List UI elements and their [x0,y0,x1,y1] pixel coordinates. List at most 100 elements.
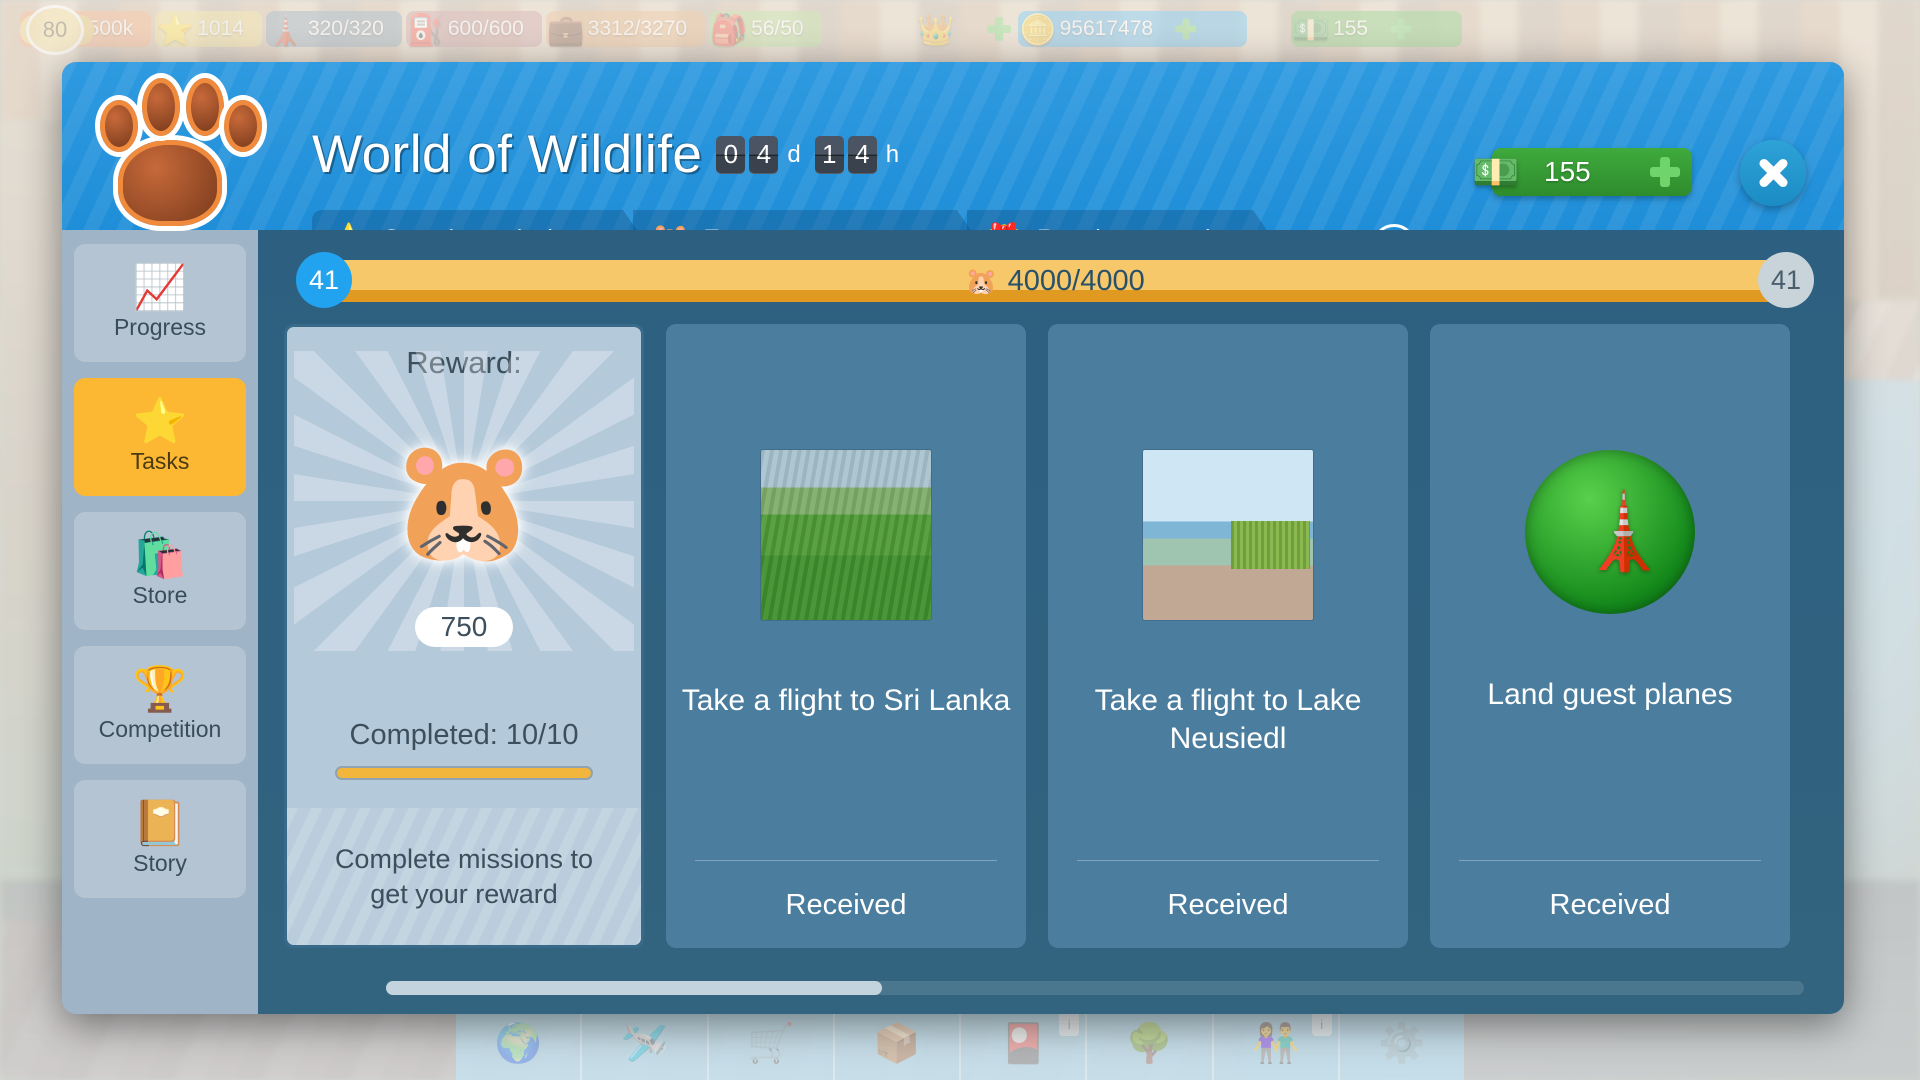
treasure-chest-icon: 🎴 [999,1023,1047,1065]
backpack-value: 56/50 [751,17,804,40]
timer-day-digit-2: 4 [749,135,779,174]
sidebar-item-progress[interactable]: 📈 Progress [74,244,246,362]
timer-hour-digit-2: 4 [847,135,877,174]
radar-tower-icon: 🗼 [1525,450,1695,614]
sidebar-item-label: Progress [113,313,207,340]
timer-day-digit-1: 0 [716,135,746,174]
page-title: World of Wildlife [312,125,703,184]
gold-value: 95617478 [1059,17,1154,40]
reward-completed-label: Completed: 10/10 [349,719,579,751]
crown-icon: 👑 [916,13,955,47]
resource-level[interactable]: 80 8500k [20,5,152,55]
timer-hour-digit-1: 1 [814,135,844,174]
people-icon: 👫 [1251,1023,1300,1065]
scrollbar-track[interactable] [386,981,1804,995]
shopping-cart-icon: 🛒 [746,1023,795,1065]
close-icon[interactable] [1740,140,1806,206]
resource-fuel[interactable]: ⛽ 600/600 [405,7,542,51]
level-badge-right: 41 [1758,252,1814,308]
cash-icon: 💵 [1472,152,1520,194]
task-status: Received [1549,889,1671,921]
resource-gold[interactable]: 🪙 95617478 [1017,7,1248,51]
task-title: Take a flight to Sri Lanka [681,684,1011,717]
lake-neusiedl-thumb [1143,450,1313,620]
toolbar-crate[interactable]: 📦 [834,1008,961,1080]
water-tower-icon: 🗼 [267,13,305,47]
event-level-bar: 🐹 4000/4000 41 41 [296,252,1814,308]
toolbar-land[interactable]: 🌳 [1087,1008,1214,1080]
reward-footer-text: Complete missions to get your reward [334,843,594,909]
resource-topbar: 80 8500k ⭐ 1014 🗼 320/320 ⛽ 600/600 💼 33… [0,0,1920,58]
shopping-bag-icon: 🛍️ [132,530,188,580]
currency-value: 155 [1544,156,1591,187]
sidebar-item-label: Story [133,849,187,876]
control-tower-icon: 🗼 [1577,489,1671,573]
cash-plus-icon[interactable] [1390,18,1412,40]
crate-icon: 📦 [873,1023,921,1065]
task-card[interactable]: Take a flight to Sri Lanka Received [666,324,1026,948]
modal-header: World of Wildlife 0 4 d 1 4 h ⭐ Complete… [62,62,1844,268]
sidebar: 📈 Progress ⭐ Tasks 🛍️ Store 🏆 Competitio… [62,230,258,1014]
reward-amount: 750 [414,607,514,647]
countdown-timer: 0 4 d 1 4 h [716,135,909,174]
people-info-badge[interactable]: i [1311,1012,1332,1036]
task-card[interactable]: 🗼 Land guest planes Received [1430,324,1790,948]
resource-water[interactable]: 🗼 320/320 [265,7,402,51]
resource-crown[interactable]: 👑 [916,7,1014,51]
event-modal: World of Wildlife 0 4 d 1 4 h ⭐ Complete… [62,62,1844,1014]
event-currency-badge[interactable]: 💵 155 [1472,148,1692,196]
cash-value: 155 [1333,17,1369,40]
toolbar-people[interactable]: 👫 i [1213,1008,1340,1080]
task-status: Received [785,889,907,921]
hangar-icon: 🛩️ [620,1023,669,1065]
stars-value: 1014 [197,17,244,40]
cards-row: Reward: 🐹 750 Completed: 10/10 Complete … [258,308,1844,972]
star-icon: ⭐ [132,396,188,446]
briefcase-icon: 💼 [547,13,585,47]
sidebar-item-store[interactable]: 🛍️ Store [74,512,246,630]
close-x-mark [1756,156,1790,190]
timer-days-unit: d [787,140,801,168]
paw-print-icon [78,62,268,244]
toolbar-chest[interactable]: 🎴 i [961,1008,1088,1080]
book-icon: 📔 [132,798,188,848]
bottom-toolbar: 🌍 🛩️ 🛒 📦 🎴 i 🌳 👫 i ⚙️ [456,1008,1464,1080]
toolbar-settings[interactable]: ⚙️ [1339,1008,1464,1080]
sidebar-item-label: Store [132,581,188,608]
trophy-icon: 🏆 [132,664,188,714]
star-icon: ⭐ [156,13,194,47]
toolbar-shop[interactable]: 🛒 [708,1008,835,1080]
task-title: Take a flight to Lake Neusiedl [1094,684,1362,755]
reward-card: Reward: 🐹 750 Completed: 10/10 Complete … [284,324,644,948]
horizontal-scrollbar[interactable] [258,972,1844,1014]
task-card[interactable]: Take a flight to Lake Neusiedl Received [1048,324,1408,948]
resource-cash[interactable]: 💵 155 [1291,7,1463,51]
level-progress-value: 4000/4000 [1007,264,1145,297]
timer-hours-unit: h [885,140,900,168]
sidebar-item-story[interactable]: 📔 Story [74,780,246,898]
resource-cargo[interactable]: 💼 3312/3270 [545,7,706,51]
gold-plus-icon[interactable] [1175,18,1197,40]
toolbar-hangar[interactable]: 🛩️ [582,1008,709,1080]
resource-stars[interactable]: ⭐ 1014 [155,7,262,51]
level-progress-text: 🐹 4000/4000 [296,260,1814,302]
hamster-icon: 🐹 [389,434,539,568]
reward-art: 🐹 [287,351,641,651]
plus-icon[interactable] [1650,157,1680,187]
sidebar-item-label: Tasks [130,447,190,474]
toolbar-world-flight[interactable]: 🌍 [456,1008,583,1080]
scrollbar-thumb[interactable] [386,981,883,995]
reward-progress-track [335,766,593,780]
backpack-icon: 🎒 [710,13,748,47]
sidebar-item-tasks[interactable]: ⭐ Tasks [74,378,246,496]
resource-backpack[interactable]: 🎒 56/50 [709,7,822,51]
crown-plus-icon[interactable] [986,17,1011,41]
sidebar-item-competition[interactable]: 🏆 Competition [74,646,246,764]
cargo-value: 3312/3270 [587,17,688,40]
world-flight-icon: 🌍 [494,1023,542,1065]
water-value: 320/320 [307,17,384,40]
chest-info-badge[interactable]: i [1059,1012,1080,1036]
task-status: Received [1167,889,1289,921]
content-panel: 🐹 4000/4000 41 41 Reward: 🐹 750 Complete… [258,230,1844,1014]
sidebar-item-label: Competition [98,715,222,742]
